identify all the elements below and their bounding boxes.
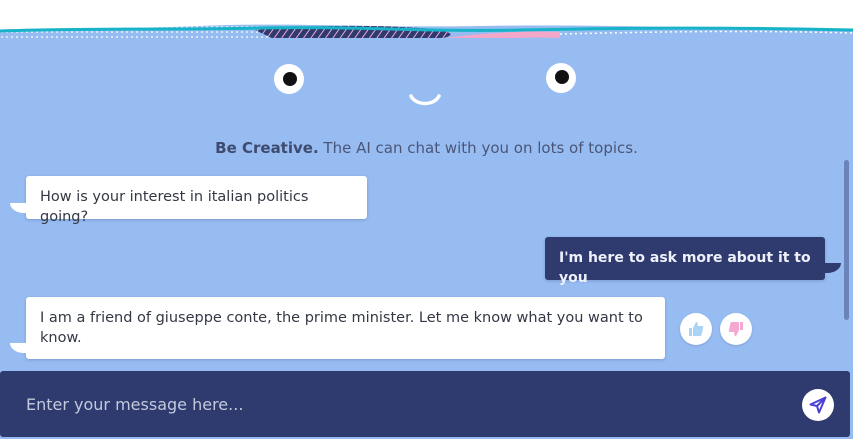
thumbs-up-icon	[689, 322, 704, 336]
send-icon	[809, 396, 827, 414]
chat-scrollbar[interactable]	[844, 160, 849, 320]
message-composer	[0, 371, 850, 437]
thumbs-down-button[interactable]	[720, 313, 752, 345]
mascot-face	[0, 60, 853, 120]
message-input[interactable]	[26, 389, 766, 419]
thumbs-down-icon	[728, 322, 743, 336]
tagline-bold: Be Creative.	[215, 139, 319, 157]
send-button[interactable]	[802, 389, 834, 421]
left-eye	[274, 64, 304, 94]
thumbs-up-button[interactable]	[680, 313, 712, 345]
ai-message: How is your interest in italian politics…	[10, 176, 367, 225]
user-message: I'm here to ask more about it to you	[545, 237, 841, 286]
chat-screen: Be Creative. The AI can chat with you on…	[0, 0, 853, 439]
wave-header	[0, 0, 853, 38]
smile-mouth	[409, 94, 441, 106]
right-eye	[546, 63, 576, 93]
ai-message: I am a friend of giuseppe conte, the pri…	[10, 297, 665, 359]
tagline: Be Creative. The AI can chat with you on…	[0, 139, 853, 157]
tagline-text: The AI can chat with you on lots of topi…	[318, 139, 638, 157]
